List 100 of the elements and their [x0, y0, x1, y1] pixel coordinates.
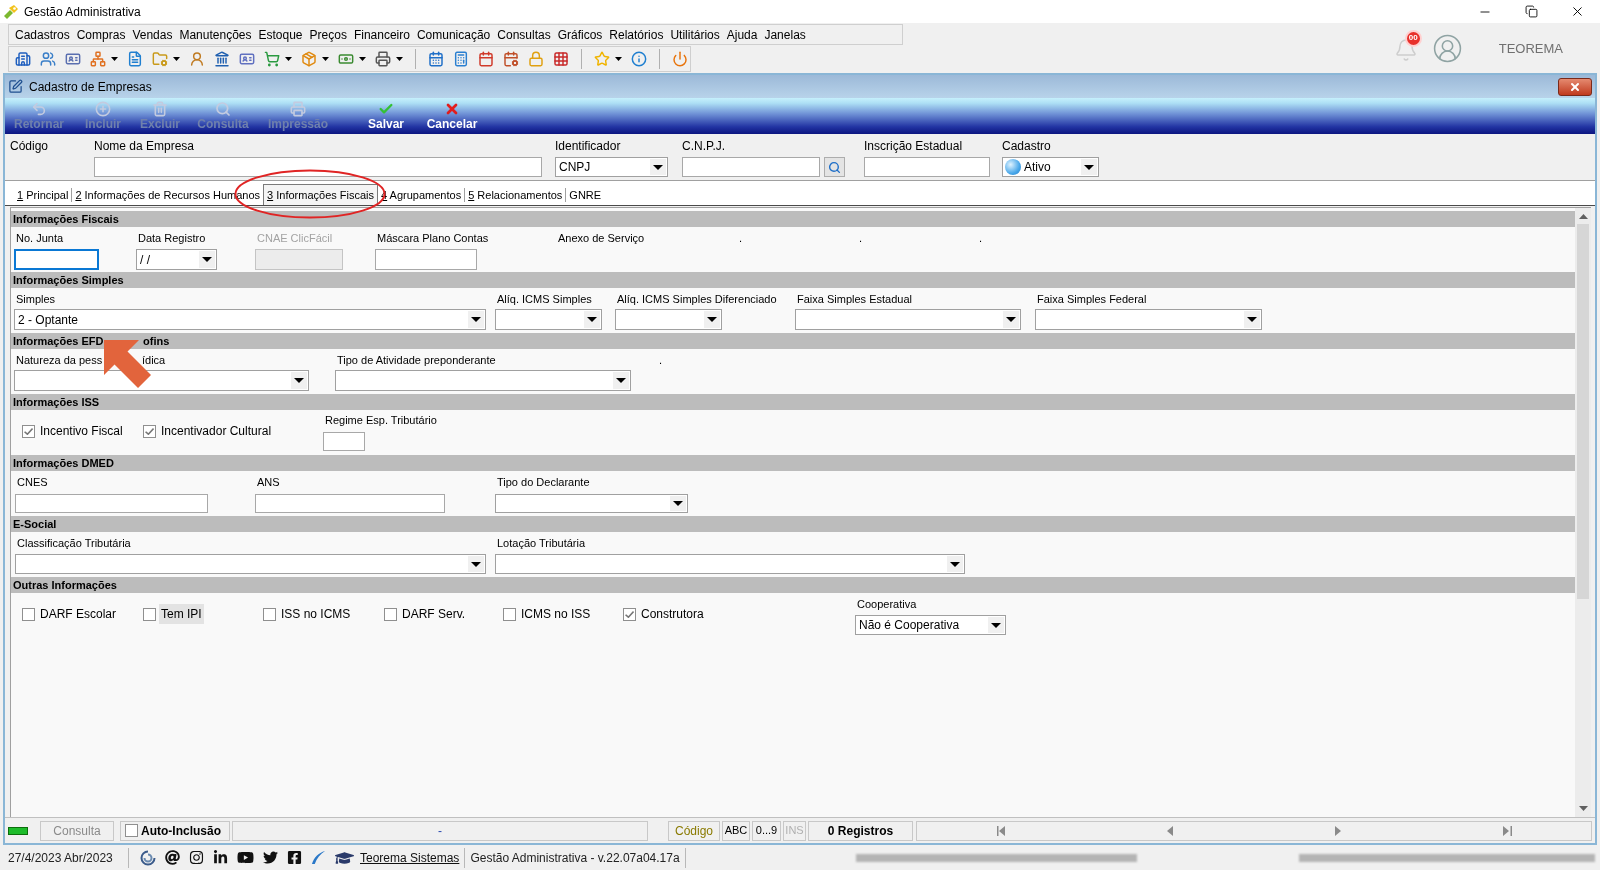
checkbox[interactable] [384, 607, 397, 621]
dropdown[interactable] [795, 309, 1021, 330]
close-button[interactable] [1558, 77, 1592, 96]
dropdown[interactable] [1035, 309, 1262, 330]
field-label: Nome da Empresa [94, 138, 196, 155]
menu-item[interactable]: Compras [76, 25, 126, 44]
scroll-up-icon[interactable] [1578, 214, 1588, 219]
menu-item[interactable]: Janelas [764, 25, 806, 44]
menu-item[interactable]: Utilitários [670, 25, 720, 44]
bell-icon[interactable] [1393, 37, 1418, 62]
checkbox[interactable] [22, 607, 35, 621]
first-record-icon[interactable] [996, 825, 1007, 836]
swirl-logo-icon[interactable] [140, 849, 156, 866]
caret-icon[interactable] [285, 57, 292, 61]
caret-icon[interactable] [615, 57, 622, 61]
hierarchy-icon[interactable] [90, 51, 106, 67]
box-icon[interactable] [301, 51, 317, 67]
card-icon[interactable] [65, 51, 81, 67]
calendar-gear-icon[interactable] [503, 51, 519, 67]
user-avatar-icon[interactable] [1431, 33, 1463, 64]
caret-icon[interactable] [396, 57, 403, 61]
menu-item[interactable]: Consultas [497, 25, 551, 44]
caret-icon[interactable] [322, 57, 329, 61]
lookup-button[interactable] [824, 157, 845, 177]
dropdown[interactable] [615, 309, 722, 330]
building-icon[interactable] [15, 51, 31, 67]
dropdown[interactable]: / / [136, 249, 217, 270]
menu-item[interactable]: Estoque [258, 25, 303, 44]
input-field[interactable] [14, 249, 99, 270]
youtube-icon[interactable] [237, 850, 254, 865]
calendar-icon[interactable] [478, 51, 494, 67]
menu-item[interactable]: Manutenções [179, 25, 252, 44]
input-field[interactable] [255, 494, 445, 513]
toolbar-button[interactable]: Salvar [354, 98, 418, 132]
money-icon[interactable] [338, 51, 354, 67]
checkbox[interactable] [143, 424, 156, 438]
tab[interactable]: 5 Relacionamentos [465, 186, 566, 205]
folder-gear-icon[interactable] [152, 51, 168, 67]
power-icon[interactable] [672, 51, 688, 67]
menu-item[interactable]: Comunicação [416, 25, 491, 44]
people-icon[interactable] [40, 51, 56, 67]
tab[interactable]: GNRE [566, 186, 605, 205]
lock-icon[interactable] [528, 51, 544, 67]
twitter-icon[interactable] [263, 850, 278, 865]
checkbox[interactable] [263, 607, 276, 621]
website-link[interactable]: Teorema Sistemas [360, 848, 460, 867]
menu-item[interactable]: Cadastros [15, 25, 70, 44]
menu-item[interactable]: Relatórios [609, 25, 664, 44]
dropdown[interactable] [495, 554, 965, 574]
menu-item[interactable]: Ajuda [726, 25, 758, 44]
dropdown[interactable]: Ativo [1002, 157, 1099, 177]
input-field[interactable] [94, 157, 542, 177]
dropdown[interactable]: 2 - Optante [14, 309, 486, 330]
calculator-icon[interactable] [453, 51, 469, 67]
caret-icon[interactable] [173, 57, 180, 61]
dropdown[interactable] [15, 554, 486, 574]
checkbox[interactable] [22, 424, 35, 438]
dropdown[interactable] [14, 370, 309, 391]
cart-icon[interactable] [264, 51, 280, 67]
dropdown[interactable] [335, 370, 631, 391]
input-field[interactable] [375, 249, 477, 270]
checkbox[interactable] [143, 607, 156, 621]
menu-item[interactable]: Vendas [132, 25, 173, 44]
bank-icon[interactable] [214, 51, 230, 67]
info-icon[interactable] [631, 51, 647, 67]
checkbox[interactable] [503, 607, 516, 621]
person-icon[interactable] [189, 51, 205, 67]
input-field[interactable] [15, 494, 208, 513]
tab[interactable]: 3 Informações Fiscais [263, 184, 379, 205]
last-record-icon[interactable] [1501, 825, 1512, 836]
menu-item[interactable]: Gráficos [557, 25, 603, 44]
menu-item[interactable]: Preços [309, 25, 347, 44]
dropdown[interactable]: Não é Cooperativa [855, 615, 1006, 635]
card-icon[interactable] [239, 51, 255, 67]
instagram-icon[interactable] [189, 850, 204, 865]
checkbox[interactable] [125, 824, 138, 837]
scroll-down-icon[interactable] [1578, 806, 1588, 811]
caret-icon[interactable] [359, 57, 366, 61]
checkbox[interactable] [623, 607, 636, 621]
input-field[interactable] [323, 432, 365, 451]
graduation-cap-icon[interactable] [335, 849, 354, 866]
input-field[interactable] [864, 157, 990, 177]
grid-icon[interactable] [553, 51, 569, 67]
printer-icon[interactable] [375, 51, 391, 67]
tab[interactable]: 1 Principal [14, 186, 72, 205]
linkedin-icon[interactable] [213, 850, 228, 865]
at-sign-icon[interactable] [165, 850, 180, 865]
calendar-icon[interactable] [428, 51, 444, 67]
toolbar-button[interactable]: Cancelar [418, 98, 486, 132]
input-field[interactable] [682, 157, 820, 177]
restore-icon[interactable] [1524, 5, 1538, 18]
facebook-icon[interactable] [287, 850, 302, 865]
dropdown[interactable] [495, 309, 602, 330]
caret-icon[interactable] [111, 57, 118, 61]
menu-item[interactable]: Financeiro [353, 25, 410, 44]
document-icon[interactable] [127, 51, 143, 67]
dropdown[interactable] [495, 494, 688, 513]
swoosh-icon[interactable] [311, 850, 326, 865]
star-icon[interactable] [594, 51, 610, 67]
dropdown[interactable]: CNPJ [555, 157, 668, 177]
